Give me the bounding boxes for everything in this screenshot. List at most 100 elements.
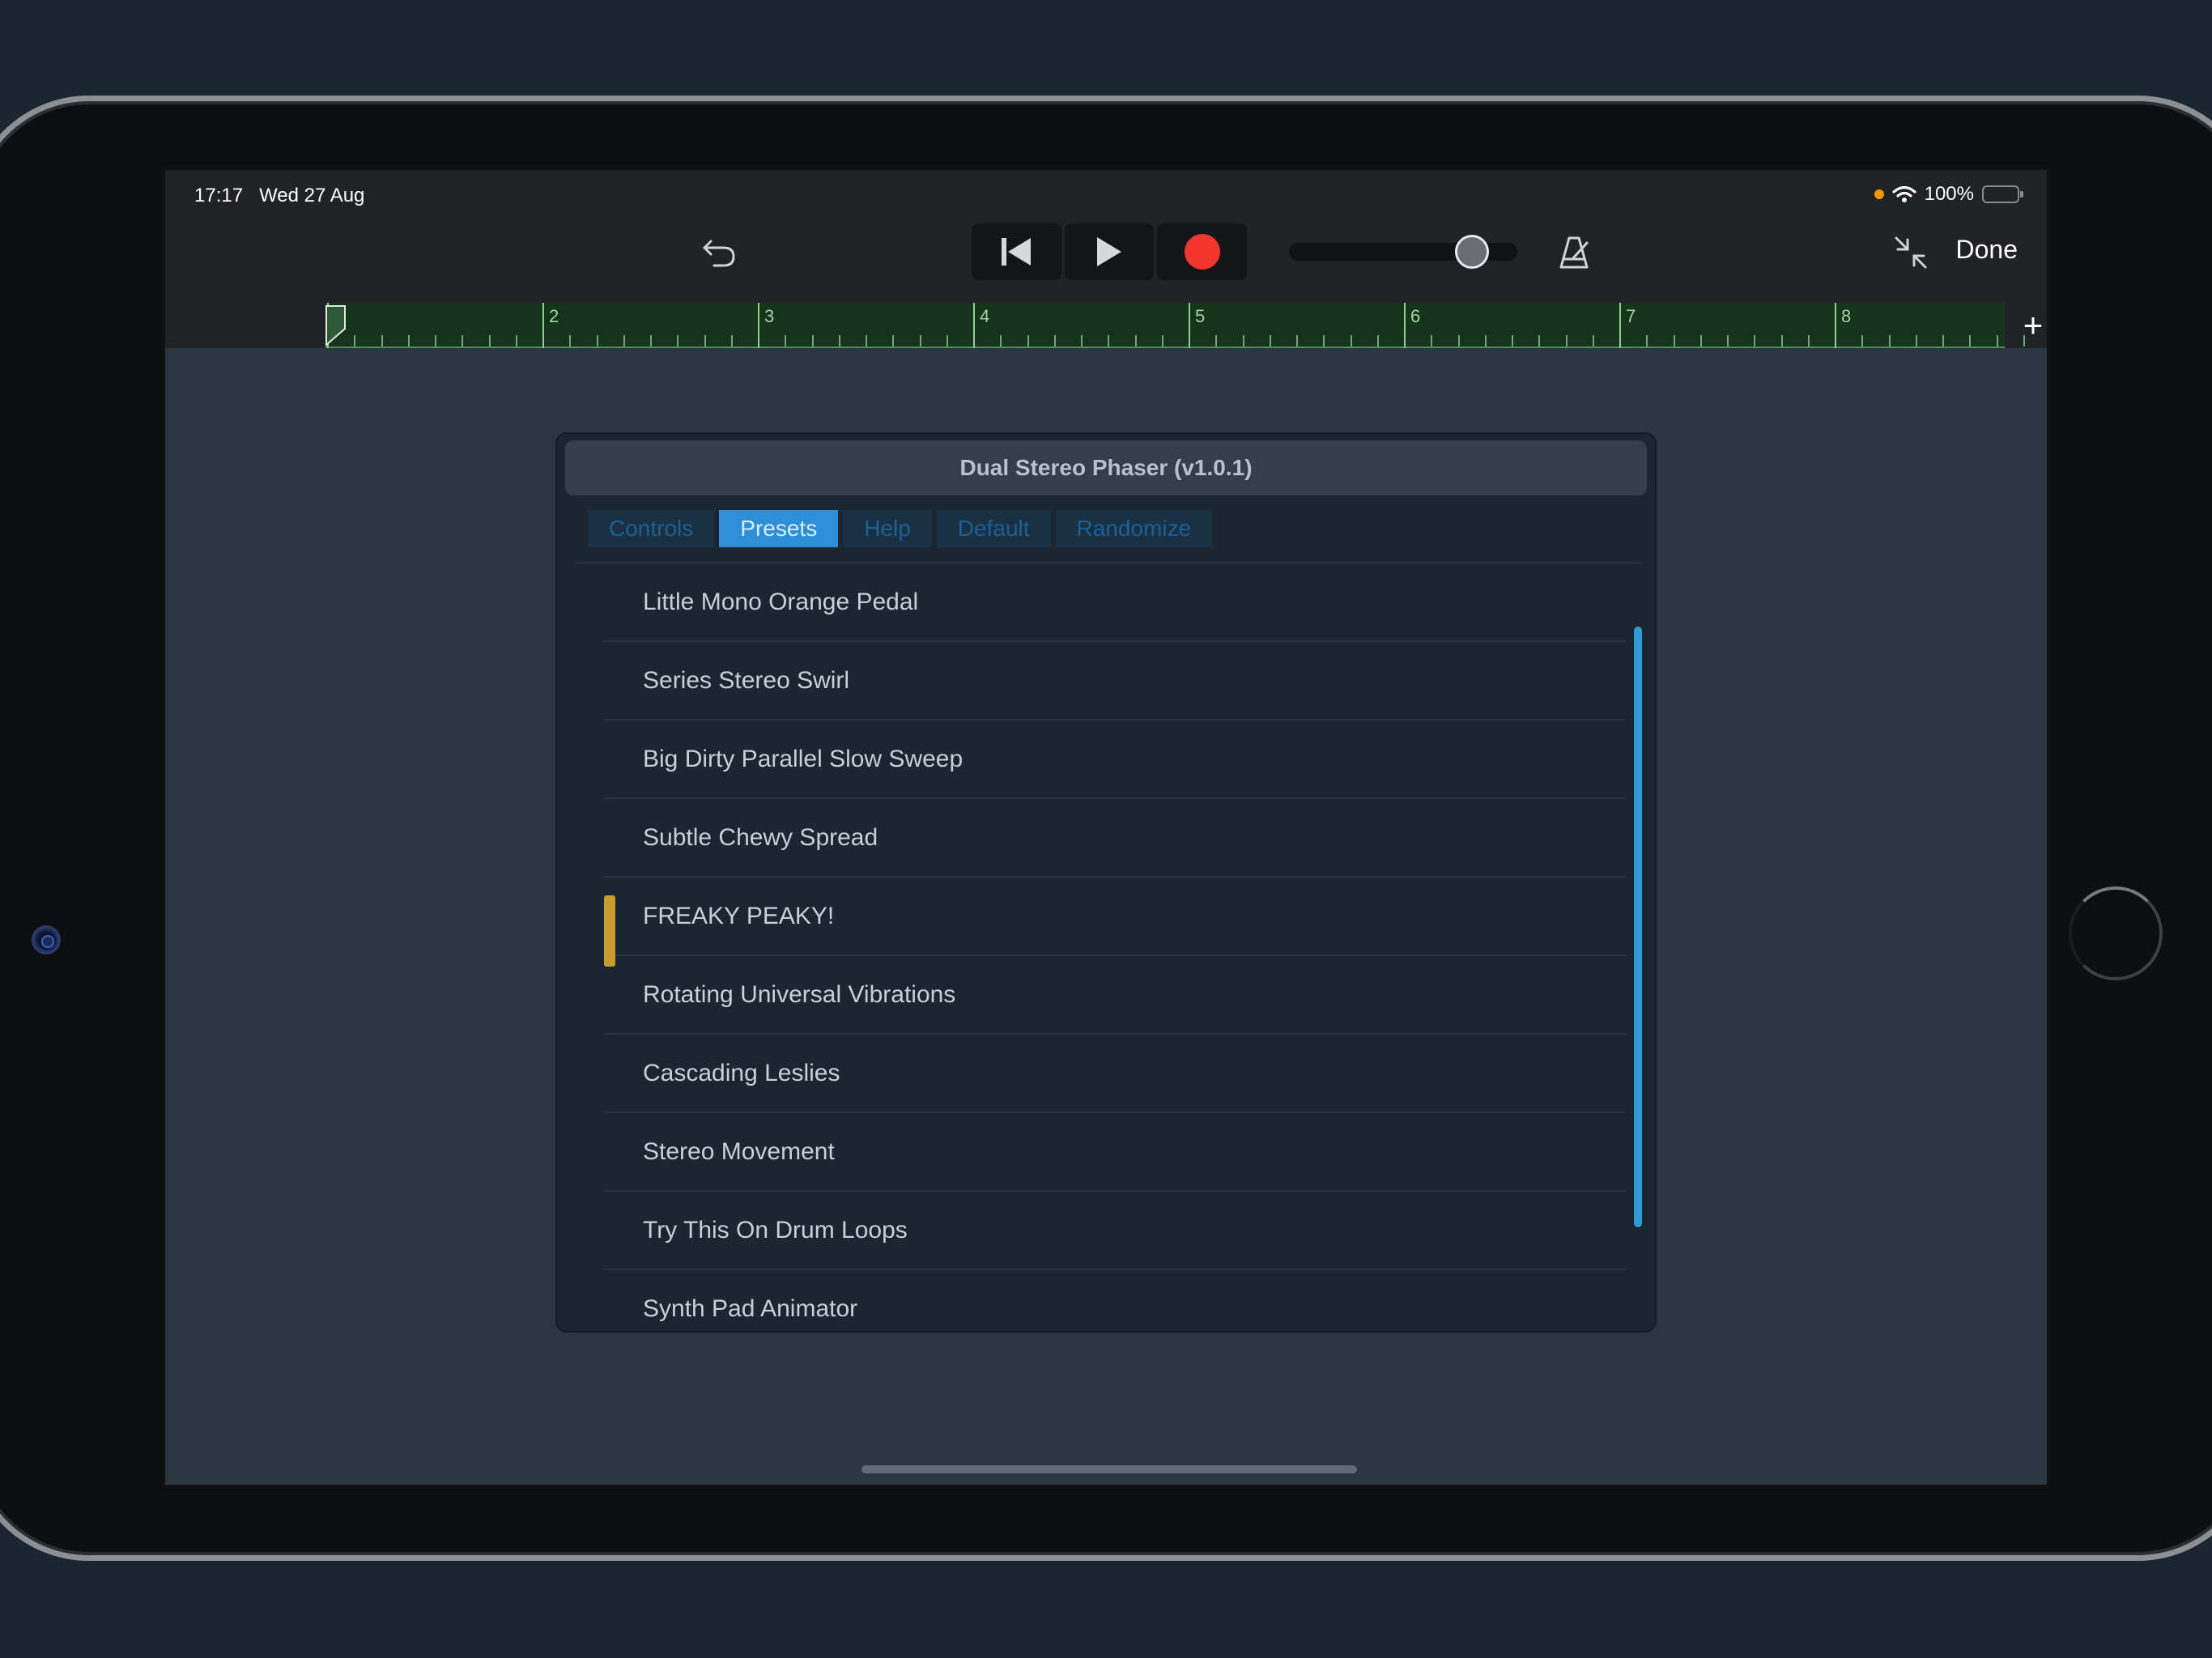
undo-button[interactable] <box>696 230 742 275</box>
plugin-title: Dual Stereo Phaser (v1.0.1) <box>565 440 1647 495</box>
tab-controls[interactable]: Controls <box>588 510 715 547</box>
ruler-tick <box>1242 335 1244 346</box>
plugin-tabs: Controls Presets Help Default Randomize <box>588 510 1213 547</box>
add-section-button[interactable]: + <box>2014 303 2047 348</box>
ruler-tick <box>1673 335 1675 346</box>
preset-item[interactable]: Synth Pad Animator <box>604 1270 1626 1331</box>
metronome-button[interactable] <box>1551 230 1597 275</box>
ruler-tick <box>1053 335 1056 346</box>
tab-presets[interactable]: Presets <box>719 510 839 547</box>
status-indicators: 100% <box>1874 183 2023 206</box>
ruler-tick <box>1969 335 1972 346</box>
play-icon <box>1097 237 1121 266</box>
ruler-tick <box>1646 335 1648 346</box>
tab-randomize[interactable]: Randomize <box>1055 510 1213 547</box>
ruler-tick <box>1996 335 1998 346</box>
ruler-tick <box>1888 335 1891 346</box>
home-button[interactable] <box>2069 886 2163 980</box>
ruler-tick <box>515 335 517 346</box>
plugin-panel: Dual Stereo Phaser (v1.0.1) Controls Pres… <box>555 432 1657 1333</box>
front-camera <box>32 925 61 954</box>
ruler-tick <box>435 335 436 346</box>
preset-item[interactable]: Stereo Movement <box>604 1113 1626 1192</box>
ruler-bar-number: 5 <box>1195 306 1206 326</box>
ruler-tick <box>650 335 652 346</box>
ruler-bar-line <box>1189 303 1190 348</box>
preset-label: Rotating Universal Vibrations <box>643 980 956 1008</box>
ruler-tick <box>1565 335 1568 346</box>
record-button[interactable] <box>1157 223 1248 280</box>
ruler-tick <box>623 335 625 346</box>
battery-percent: 100% <box>1924 183 1974 205</box>
metronome-icon <box>1559 236 1589 269</box>
ruler-tick <box>1376 335 1379 346</box>
ruler-tick <box>919 335 921 346</box>
ruler-tick <box>1457 335 1460 346</box>
ruler-tick <box>785 335 787 346</box>
ruler-tick <box>596 335 598 346</box>
ruler-tick <box>1215 335 1218 346</box>
ruler-tick <box>1296 335 1298 346</box>
status-date: Wed 27 Aug <box>259 185 365 206</box>
preset-label: Subtle Chewy Spread <box>643 823 878 851</box>
timeline-ruler[interactable]: 12345678 <box>325 303 2025 348</box>
ruler-tick <box>1161 335 1163 346</box>
play-button[interactable] <box>1064 223 1155 280</box>
preset-item[interactable]: Subtle Chewy Spread <box>604 799 1626 878</box>
done-button[interactable]: Done <box>1956 235 2018 265</box>
ruler-tick <box>892 335 895 346</box>
ruler-tick <box>1780 335 1783 346</box>
ruler-tick <box>1699 335 1702 346</box>
preset-item[interactable]: Series Stereo Swirl <box>604 642 1626 721</box>
ruler-tick <box>407 335 410 346</box>
master-volume-knob[interactable] <box>1454 235 1489 269</box>
preset-item[interactable]: FREAKY PEAKY! <box>604 878 1626 967</box>
ruler-tick <box>1323 335 1325 346</box>
ruler-tick <box>1807 335 1810 346</box>
ruler-bar-number: 8 <box>1841 306 1852 326</box>
playhead-icon[interactable] <box>325 304 347 346</box>
collapse-arrows-icon <box>1895 236 1927 269</box>
rewind-button[interactable] <box>972 223 1061 280</box>
preset-label: Little Mono Orange Pedal <box>643 588 919 615</box>
preset-item[interactable]: Cascading Leslies <box>604 1035 1626 1113</box>
preset-item[interactable]: Little Mono Orange Pedal <box>604 563 1626 642</box>
preset-list-scrollbar[interactable] <box>1634 627 1642 1227</box>
ruler-tick <box>1727 335 1729 346</box>
home-indicator[interactable] <box>861 1465 1357 1473</box>
ruler-bar-number: 7 <box>1626 306 1636 326</box>
ruler-tick <box>730 335 733 346</box>
ruler-tick <box>1134 335 1137 346</box>
ruler-tick <box>1861 335 1864 346</box>
record-icon <box>1184 234 1220 270</box>
ruler-bar-line <box>758 303 759 348</box>
tab-default[interactable]: Default <box>936 510 1051 547</box>
ruler-tick <box>838 335 840 346</box>
preset-item[interactable]: Try This On Drum Loops <box>604 1192 1626 1270</box>
ruler-tick <box>1027 335 1029 346</box>
ruler-tick <box>1108 335 1110 346</box>
tab-help[interactable]: Help <box>843 510 932 547</box>
preset-item[interactable]: Rotating Universal Vibrations <box>604 956 1626 1035</box>
ruler-tick <box>866 335 867 346</box>
status-clock: 17:17 <box>194 185 244 206</box>
mic-indicator-icon <box>1874 189 1884 199</box>
preset-list[interactable]: Little Mono Orange Pedal Series Stereo Sw… <box>604 563 1626 1331</box>
ruler-tick <box>1512 335 1513 346</box>
ruler-tick <box>1592 335 1594 346</box>
ruler-tick <box>488 335 491 346</box>
ruler-tick <box>1754 335 1756 346</box>
preset-item[interactable]: Big Dirty Parallel Slow Sweep <box>604 721 1626 799</box>
ruler-bar-line <box>1404 303 1406 348</box>
preset-label: Stereo Movement <box>643 1137 835 1165</box>
ruler-tick <box>1915 335 1917 346</box>
ruler-bar-number: 2 <box>549 306 559 326</box>
battery-icon <box>1982 185 2023 203</box>
preset-label: FREAKY PEAKY! <box>643 902 835 929</box>
minimize-button[interactable] <box>1888 230 1933 275</box>
ruler-tick <box>946 335 948 346</box>
ruler-tick <box>1538 335 1541 346</box>
ruler-tick <box>381 335 383 346</box>
preset-label: Cascading Leslies <box>643 1059 840 1086</box>
ruler-tick <box>1942 335 1944 346</box>
